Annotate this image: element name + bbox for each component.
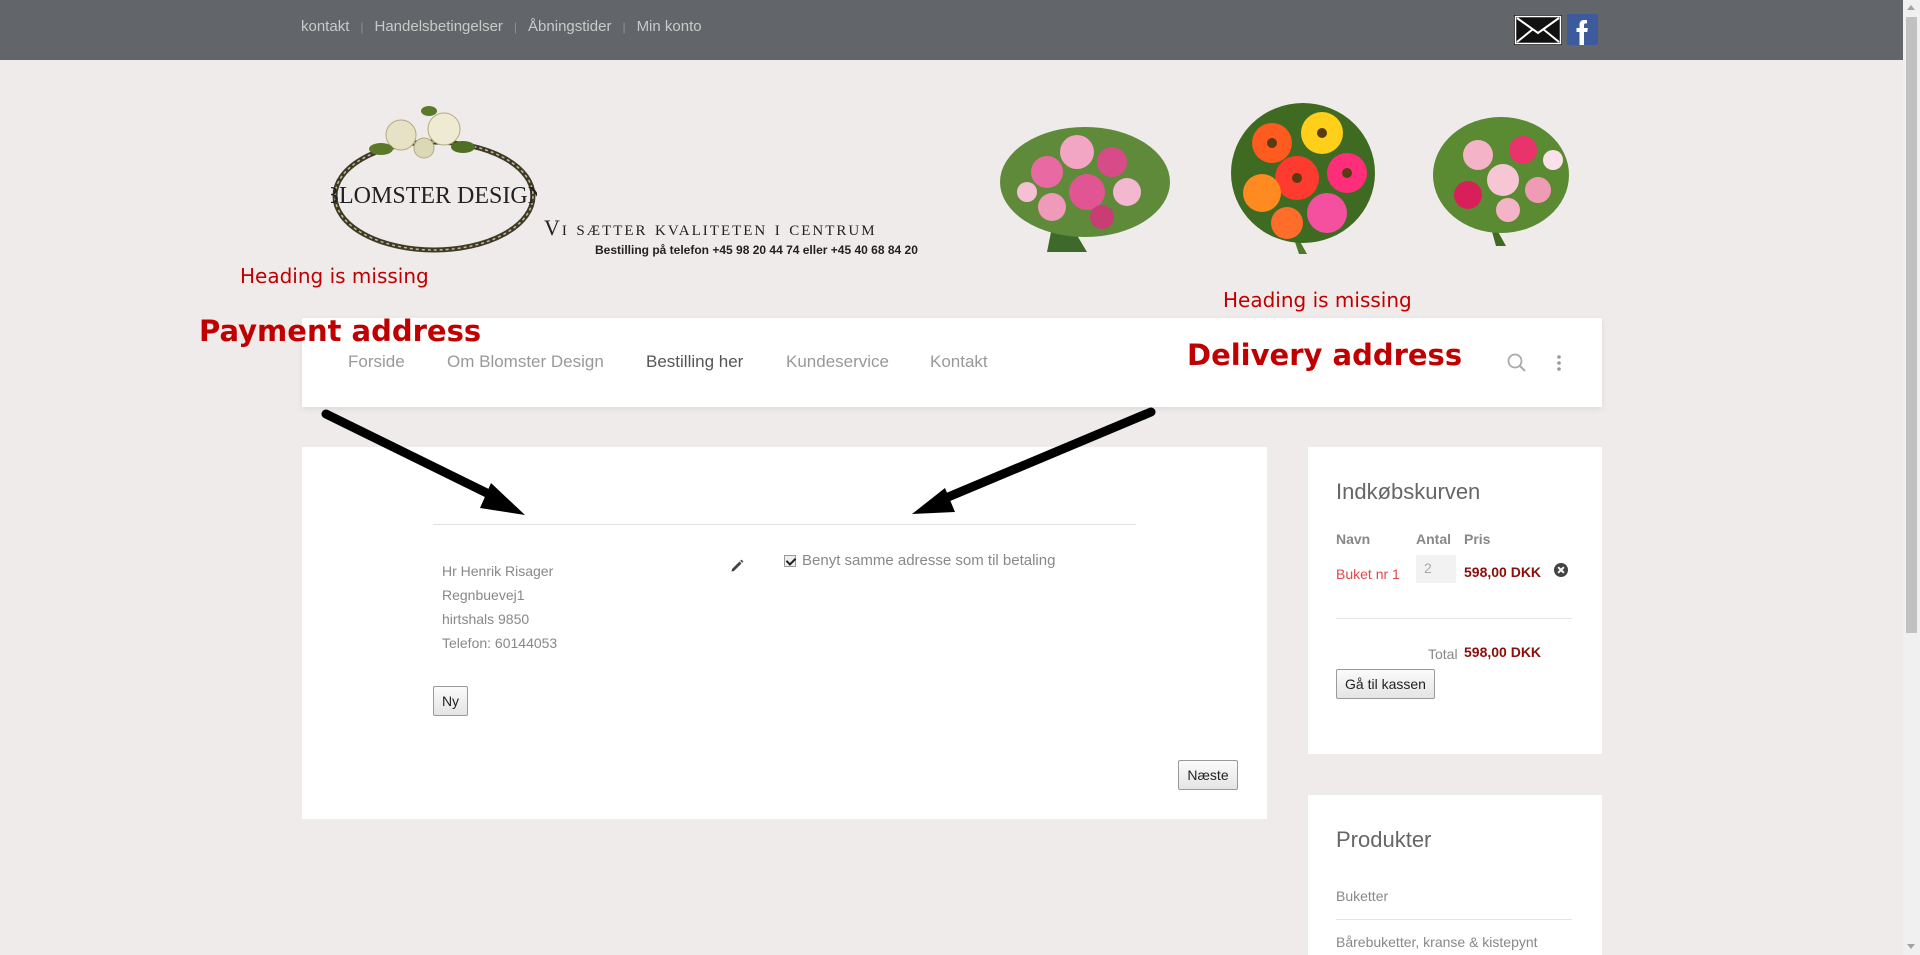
- annotation-heading-missing-right: Heading is missing: [1223, 288, 1412, 312]
- remove-item-icon[interactable]: [1554, 563, 1568, 577]
- same-address-label: Benyt samme adresse som til betaling: [802, 552, 1056, 569]
- mail-icon[interactable]: [1514, 15, 1562, 45]
- bouquet-gerbera-image: [1227, 98, 1379, 259]
- nav-item-om-blomster-design[interactable]: Om Blomster Design: [447, 352, 604, 372]
- bouquet-pink-image: [987, 112, 1183, 257]
- same-address-checkbox[interactable]: [784, 554, 796, 567]
- product-category-barebuketter[interactable]: Bårebuketter, kranse & kistepynt: [1336, 934, 1538, 950]
- checkout-address-panel: Hr Henrik Risager Regnbuevej1 hirtshals …: [302, 447, 1267, 819]
- phone-line: Bestilling på telefon +45 98 20 44 74 el…: [595, 243, 918, 257]
- nav-item-kontakt[interactable]: Kontakt: [930, 352, 988, 372]
- cart-total-value: 598,00 DKK: [1464, 644, 1542, 660]
- next-button[interactable]: Næste: [1178, 760, 1238, 790]
- cart-divider: [1336, 618, 1572, 619]
- address-street: Regnbuevej1: [442, 587, 525, 603]
- separator: |: [360, 19, 364, 34]
- product-category-buketter[interactable]: Buketter: [1336, 888, 1388, 904]
- scroll-down-icon[interactable]: [1907, 944, 1915, 949]
- cart-header-price: Pris: [1464, 531, 1491, 547]
- address-name: Hr Henrik Risager: [442, 563, 554, 579]
- tagline: Vi sætter kvaliteten i centrum: [544, 215, 877, 240]
- pencil-edit-icon[interactable]: [729, 558, 745, 574]
- scroll-up-icon[interactable]: [1907, 5, 1915, 10]
- nav-item-forside[interactable]: Forside: [348, 352, 405, 372]
- toplink-abningstider[interactable]: Åbningstider: [528, 18, 611, 35]
- nav-item-kundeservice[interactable]: Kundeservice: [786, 352, 889, 372]
- logo-text: BLOMSTER DESIGN: [331, 183, 537, 209]
- cart-header-qty: Antal: [1416, 531, 1451, 547]
- products-widget: Produkter Buketter Bårebuketter, kranse …: [1308, 795, 1602, 955]
- cart-title: Indkøbskurven: [1336, 479, 1481, 504]
- nav-item-bestilling-her[interactable]: Bestilling her: [646, 352, 743, 372]
- toplink-kontakt[interactable]: kontakt: [301, 18, 349, 35]
- annotation-payment-address: Payment address: [199, 314, 482, 348]
- toplink-handelsbetingelser[interactable]: Handelsbetingelser: [375, 18, 503, 35]
- section-divider: [433, 524, 1136, 525]
- address-phone: Telefon: 60144053: [442, 635, 558, 651]
- cart-item-quantity[interactable]: 2: [1416, 555, 1456, 583]
- separator: |: [513, 19, 518, 34]
- address-city: hirtshals 9850: [442, 611, 530, 627]
- separator: |: [622, 19, 626, 34]
- bouquet-rose-image: [1428, 110, 1574, 251]
- products-title: Produkter: [1336, 827, 1432, 852]
- more-vertical-icon[interactable]: [1552, 352, 1566, 374]
- new-address-button[interactable]: Ny: [433, 686, 468, 716]
- top-links: kontakt | Handelsbetingelser | Åbningsti…: [301, 18, 702, 35]
- facebook-icon[interactable]: [1567, 14, 1598, 45]
- top-bar: kontakt | Handelsbetingelser | Åbningsti…: [0, 0, 1920, 60]
- same-address-option[interactable]: Benyt samme adresse som til betaling: [784, 552, 1055, 569]
- annotation-delivery-address: Delivery address: [1187, 338, 1463, 372]
- products-divider: [1336, 919, 1572, 920]
- scrollbar-thumb[interactable]: [1906, 17, 1917, 633]
- toplink-min-konto[interactable]: Min konto: [637, 18, 702, 35]
- cart-header-name: Navn: [1336, 531, 1371, 547]
- search-icon[interactable]: [1506, 352, 1528, 374]
- payment-address-block: Hr Henrik Risager Regnbuevej1 hirtshals …: [442, 559, 557, 655]
- cart-item-price: 598,00 DKK: [1464, 564, 1542, 580]
- page-scrollbar[interactable]: [1903, 0, 1920, 955]
- cart-item-link[interactable]: Buket nr 1: [1336, 566, 1400, 582]
- cart-widget: Indkøbskurven Navn Antal Pris Buket nr 1…: [1308, 447, 1602, 754]
- checkout-button[interactable]: Gå til kassen: [1336, 669, 1435, 699]
- annotation-heading-missing-left: Heading is missing: [240, 264, 429, 288]
- blomster-design-logo[interactable]: BLOMSTER DESIGN: [323, 103, 545, 255]
- cart-total-label: Total: [1428, 646, 1458, 662]
